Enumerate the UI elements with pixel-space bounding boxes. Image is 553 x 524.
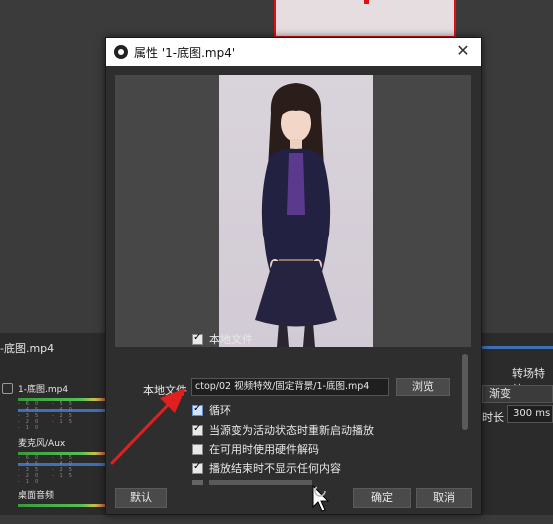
source-preview <box>115 75 471 347</box>
duration-label: 时长 <box>482 411 504 424</box>
resize-handle[interactable] <box>364 0 369 4</box>
local-file-path-input[interactable]: ctop/02 视频特效/固定背景/1-底图.mp4 <box>191 378 389 396</box>
volume-meter <box>18 504 108 507</box>
hw-decode-toggle[interactable]: 在可用时使用硬件解码 <box>192 441 319 457</box>
dialog-titlebar[interactable]: 属性 '1-底图.mp4' ✕ <box>106 38 481 66</box>
hide-on-end-checkbox[interactable] <box>192 461 203 474</box>
restart-on-active-checkbox[interactable] <box>192 423 203 436</box>
lock-icon[interactable] <box>2 383 13 394</box>
meter-scale: -60 -55 -45 -40 -35 -25 -20 -15 -10 <box>18 455 78 485</box>
hw-decode-label: 在可用时使用硬件解码 <box>209 443 319 456</box>
restart-on-active-toggle[interactable]: 当源变为活动状态时重新启动播放 <box>192 422 374 438</box>
cancel-button[interactable]: 取消 <box>416 488 472 508</box>
mixer-track-name: 桌面音频 <box>18 491 55 501</box>
clipped-option-row <box>192 480 312 485</box>
close-button[interactable]: ✕ <box>453 41 473 61</box>
local-file-toggle[interactable]: 本地文件 <box>192 331 253 347</box>
mixer-track: 1-底图.mp4 -60 -55 -45 -40 -35 -25 -20 -15… <box>18 384 108 431</box>
scrollbar-thumb[interactable] <box>462 354 468 430</box>
mixer-track: 麦克风/Aux -60 -55 -45 -40 -35 -25 -20 -15 … <box>18 438 108 485</box>
hw-decode-checkbox[interactable] <box>192 443 203 455</box>
mixer-track-name: 麦克风/Aux <box>18 439 66 449</box>
loop-toggle[interactable]: 循环 <box>192 402 231 418</box>
local-file-checkbox[interactable] <box>192 332 203 345</box>
transition-select[interactable]: 渐变 <box>482 385 553 403</box>
video-frame <box>219 75 373 347</box>
person-image <box>255 83 337 347</box>
restart-on-active-label: 当源变为活动状态时重新启动播放 <box>209 424 374 437</box>
browse-button[interactable]: 浏览 <box>396 378 450 396</box>
dialog-title: 属性 '1-底图.mp4' <box>134 46 236 60</box>
hide-on-end-toggle[interactable]: 播放结束时不显示任何内容 <box>192 460 341 476</box>
local-file-checkbox-label: 本地文件 <box>209 333 253 346</box>
dock-accent-bar <box>478 346 553 349</box>
mixer-track-name: 1-底图.mp4 <box>18 385 69 395</box>
ok-button[interactable]: 确定 <box>353 488 411 508</box>
loop-label: 循环 <box>209 404 231 417</box>
meter-scale: -60 -55 -45 -40 -35 -25 -20 -15 -10 <box>18 401 78 431</box>
local-file-label: 本地文件 <box>143 384 187 397</box>
hide-on-end-label: 播放结束时不显示任何内容 <box>209 462 341 475</box>
dock-title: -底图.mp4 <box>0 342 55 355</box>
properties-scrollbar[interactable] <box>462 354 468 484</box>
duration-input[interactable]: 300 ms <box>507 405 553 423</box>
obs-logo-icon <box>114 45 128 59</box>
mixer-track: 桌面音频 <box>18 490 108 524</box>
defaults-button[interactable]: 默认 <box>115 488 167 508</box>
loop-checkbox[interactable] <box>192 403 203 416</box>
selected-source-box[interactable] <box>274 0 456 38</box>
